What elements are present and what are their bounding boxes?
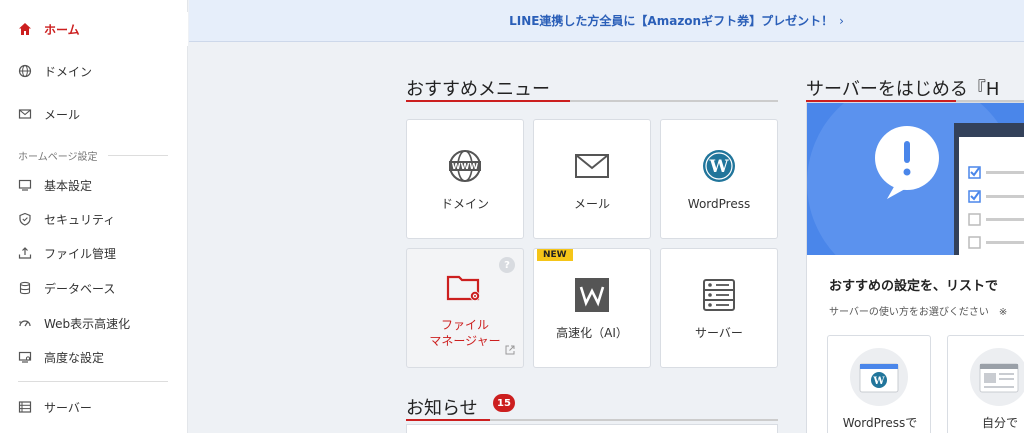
card-label: メール [573,197,610,211]
news-list [406,424,778,433]
help-icon[interactable]: ? [499,257,515,273]
option-label: 自分で [981,416,1018,430]
www-globe-icon: WWW [447,146,483,186]
sidebar-item-label: データベース [44,281,116,296]
mail-icon [18,107,32,121]
card-label: 高速化（AI） [556,326,628,340]
getting-started-panel: おすすめの設定を、リストで サーバーの使い方をお選びください ※ W WordP… [806,102,1024,433]
sidebar-item-domain[interactable]: ドメイン [0,54,188,88]
right-panel-title: サーバーをはじめる『H [806,79,1000,100]
sidebar-item-label: セキュリティ [44,212,116,227]
promo-banner[interactable]: LINE連携した方全員に【Amazonギフト券】プレゼント！ › [189,0,1024,42]
panel-heading: おすすめの設定を、リストで [829,279,999,294]
menu-card-server[interactable]: サーバー [660,248,778,368]
wordpress-option-icon: W [850,348,908,406]
monitor-icon [18,178,32,192]
option-card-wordpress[interactable]: W WordPressで [827,335,931,433]
new-badge: NEW [537,249,573,261]
card-label: サーバー [695,326,743,340]
sidebar-item-label: メール [44,107,81,122]
wordpress-icon: W [701,146,737,186]
self-build-option-icon [970,348,1024,406]
hero-illustration [807,103,1024,255]
card-label: ファイル マネージャー [429,317,500,349]
sidebar-item-security[interactable]: セキュリティ [0,202,188,236]
label-line: ファイル [440,318,489,332]
panel-subtext: サーバーの使い方をお選びください ※ [829,307,1008,318]
svg-text:WWW: WWW [452,162,479,171]
menu-card-speedup[interactable]: NEW 高速化（AI） [533,248,651,368]
sidebar-item-label: Web表示高速化 [44,316,131,331]
sidebar-item-server[interactable]: サーバー [0,390,188,424]
folder-gear-icon [446,267,484,307]
shield-icon [18,212,32,226]
sidebar-item-label: ファイル管理 [44,246,117,261]
news-count-badge: 15 [493,394,515,412]
banner-text: LINE連携した方全員に【Amazonギフト券】プレゼント！ [509,14,834,28]
sidebar-item-label: サーバー [44,400,92,415]
card-label: ドメイン [440,197,489,211]
sidebar-item-label: 高度な設定 [44,350,105,365]
svg-text:W: W [872,376,885,387]
sidebar-item-home[interactable]: ホーム [0,12,188,46]
server-rack-icon [702,275,736,315]
label-line: マネージャー [429,334,501,348]
menu-card-file-manager[interactable]: ? ファイル マネージャー [406,248,524,368]
globe-icon [18,64,32,78]
title-accent [406,100,570,102]
menu-card-wordpress[interactable]: W WordPress [660,119,778,239]
divider [107,155,168,156]
home-icon [18,22,32,36]
divider [18,381,168,382]
section-label: ホームページ設定 [18,152,98,163]
chevron-right-icon: › [839,13,844,28]
advanced-monitor-icon [18,350,32,364]
sidebar-item-label: ホーム [44,22,80,37]
sidebar-item-mail[interactable]: メール [0,97,188,131]
sidebar-item-label: 基本設定 [44,178,93,193]
checklist-illustration [807,103,1024,255]
option-label: WordPressで [842,416,918,430]
external-link-icon [505,345,515,355]
svg-text:W: W [708,157,729,177]
sidebar-item-advanced-settings[interactable]: 高度な設定 [0,340,188,374]
speed-icon [18,316,32,330]
w-logo-icon [574,275,610,315]
sidebar-item-label: ドメイン [44,64,93,79]
envelope-icon [574,146,610,186]
menu-card-mail[interactable]: メール [533,119,651,239]
menu-card-domain[interactable]: WWW ドメイン [406,119,524,239]
sidebar-section-header: ホームページ設定 [18,148,168,163]
title-accent [406,419,490,421]
server-icon [18,400,32,414]
sidebar-item-database[interactable]: データベース [0,271,188,305]
sidebar-item-basic-settings[interactable]: 基本設定 [0,168,188,202]
option-card-self[interactable]: 自分で [947,335,1024,433]
upload-icon [18,246,32,260]
database-icon [18,281,32,295]
sidebar-item-web-speedup[interactable]: Web表示高速化 [0,306,188,340]
card-label: WordPress [687,197,751,211]
news-title: お知らせ [406,398,478,419]
recommended-title: おすすめメニュー [406,79,550,100]
sidebar-item-file-management[interactable]: ファイル管理 [0,236,188,270]
sidebar: ホーム ドメイン メール ホームページ設定 基本設定 セキュリティ ファイル管理 [0,0,188,433]
